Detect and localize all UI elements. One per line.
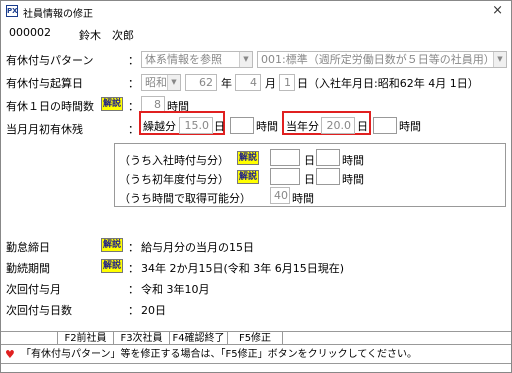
closing-day-label: 勤怠締日	[6, 241, 50, 254]
month-unit: 月	[265, 77, 276, 90]
help-button[interactable]: 解説	[101, 259, 123, 273]
year-unit: 年	[221, 77, 232, 90]
chevron-down-icon: ▼	[167, 75, 180, 90]
colon: ：	[128, 262, 139, 275]
help-button[interactable]: 解説	[237, 170, 259, 184]
current-year-hours-field[interactable]	[373, 117, 397, 134]
current-year-label: 当年分	[286, 120, 319, 133]
colon: ：	[128, 77, 139, 90]
start-month-field[interactable]: 4	[235, 74, 261, 91]
edit-button[interactable]: F5修正	[227, 332, 283, 345]
first-year-grant-hours-field[interactable]	[316, 168, 340, 185]
first-year-grant-day-unit: 日	[304, 173, 315, 186]
colon: ：	[128, 283, 139, 296]
hourly-usable-field[interactable]: 40	[270, 187, 290, 204]
hire-grant-hour-unit: 時間	[342, 154, 364, 167]
hire-grant-hours-field[interactable]	[316, 149, 340, 166]
closing-day-value: 給与月分の当月の15日	[141, 241, 254, 254]
era-select[interactable]: 昭和 ▼	[141, 74, 181, 91]
colon: ：	[128, 241, 139, 254]
colon: ：	[128, 123, 139, 136]
carry-over-hour-unit: 時間	[256, 120, 278, 133]
heart-icon: ♥	[5, 348, 15, 361]
prev-employee-button[interactable]: F2前社員	[57, 332, 113, 345]
era-value: 昭和	[145, 76, 167, 89]
pattern-detail-select[interactable]: 001:標準（週所定労働日数が５日等の社員用） ▼	[257, 51, 507, 68]
colon: ：	[128, 304, 139, 317]
hourly-usable-label: （うち時間で取得可能分）	[119, 192, 251, 205]
remaining-label: 当月月初有休残	[6, 123, 83, 136]
status-message: 「有休付与パターン」等を修正する場合は、「F5修正」ボタンをクリックしてください…	[21, 349, 418, 360]
start-year-field[interactable]: 62	[185, 74, 217, 91]
chevron-down-icon: ▼	[493, 52, 506, 67]
colon: ：	[128, 100, 139, 113]
start-day-field[interactable]: 1	[279, 74, 295, 91]
next-grant-month-value: 令和 3年10月	[141, 283, 210, 296]
pattern-select-value: 体系情報を参照	[145, 53, 222, 66]
carry-over-label: 繰越分	[143, 120, 176, 133]
start-date-label: 有休付与起算日	[6, 77, 83, 90]
current-year-hour-unit: 時間	[399, 120, 421, 133]
day-unit: 日	[297, 77, 308, 90]
chevron-down-icon: ▼	[239, 52, 252, 67]
employee-code: 000002	[6, 25, 56, 42]
current-year-day-unit: 日	[357, 120, 368, 133]
current-year-days-field[interactable]: 20.0	[321, 117, 355, 134]
hire-grant-day-unit: 日	[304, 154, 315, 167]
carry-over-days-field[interactable]: 15.0	[179, 117, 213, 134]
help-button[interactable]: 解説	[237, 151, 259, 165]
next-employee-button[interactable]: F3次社員	[113, 332, 169, 345]
hire-date-note: （入社年月日:昭和62年 4月 1日）	[308, 77, 479, 90]
next-grant-days-label: 次回付与日数	[6, 304, 72, 317]
first-year-grant-hour-unit: 時間	[342, 173, 364, 186]
colon: ：	[128, 54, 139, 67]
app-icon: PX	[6, 5, 18, 17]
function-key-bar: F2前社員 F3次社員 F4確認終了 F5修正	[1, 331, 511, 345]
status-bar: ♥ 「有休付与パターン」等を修正する場合は、「F5修正」ボタンをクリックしてくだ…	[1, 346, 511, 364]
help-button[interactable]: 解説	[101, 238, 123, 252]
pattern-select[interactable]: 体系情報を参照 ▼	[141, 51, 253, 68]
help-button[interactable]: 解説	[101, 97, 123, 111]
next-grant-days-value: 20日	[141, 304, 166, 317]
confirm-close-button[interactable]: F4確認終了	[169, 332, 227, 345]
employee-edit-window: PX 社員情報の修正 × 000002 鈴木 次郎 有休付与パターン ： 体系情…	[0, 0, 512, 373]
hours-per-day-label: 有休１日の時間数	[6, 100, 94, 113]
carry-over-hours-field[interactable]	[230, 117, 254, 134]
first-year-grant-label: （うち初年度付与分）	[119, 173, 229, 186]
next-grant-month-label: 次回付与月	[6, 283, 61, 296]
window-title: 社員情報の修正	[23, 9, 93, 20]
first-year-grant-days-field[interactable]	[270, 168, 300, 185]
start-note: 日（入社年月日:昭和62年 4月 1日）	[297, 75, 479, 91]
pattern-label: 有休付与パターン	[6, 54, 94, 67]
tenure-label: 勤続期間	[6, 262, 50, 275]
employee-name: 鈴木 次郎	[79, 29, 134, 42]
hire-grant-days-field[interactable]	[270, 149, 300, 166]
close-button[interactable]: ×	[492, 3, 503, 18]
hourly-usable-unit: 時間	[292, 192, 314, 205]
hire-grant-label: （うち入社時付与分）	[119, 154, 229, 167]
title-bar: PX 社員情報の修正 ×	[1, 1, 511, 21]
pattern-detail-value: 001:標準（週所定労働日数が５日等の社員用）	[261, 53, 495, 66]
tenure-value: 34年 2か月15日(令和 3年 6月15日現在)	[141, 262, 345, 275]
carry-over-day-unit: 日	[214, 120, 225, 133]
